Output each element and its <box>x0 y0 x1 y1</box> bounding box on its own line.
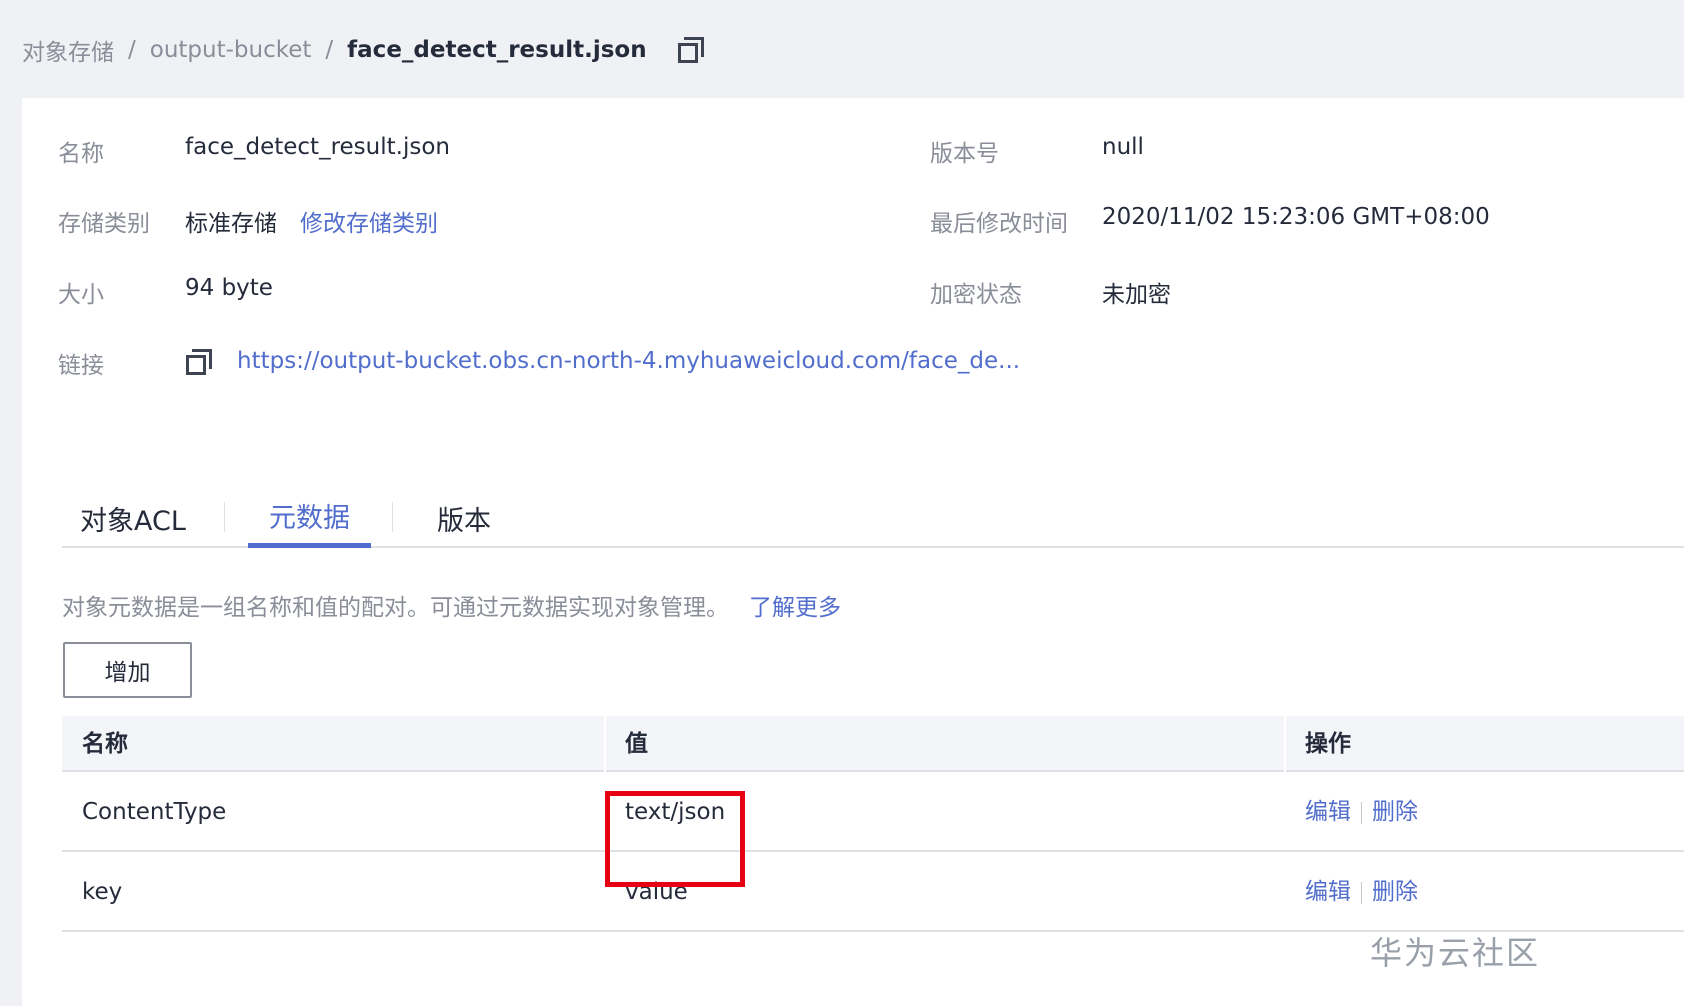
size-label: 大小 <box>58 282 104 308</box>
copy-icon[interactable] <box>185 348 213 376</box>
add-metadata-button[interactable]: 增加 <box>63 642 192 698</box>
object-detail-card: 名称 face_detect_result.json 存储类别 标准存储 修改存… <box>22 98 1684 1006</box>
tab-bar: 对象ACL 元数据 版本 <box>62 488 1684 548</box>
link-label: 链接 <box>58 353 104 379</box>
metadata-name-cell: key <box>82 879 123 905</box>
breadcrumb-separator: / <box>325 37 334 63</box>
change-storage-class-link[interactable]: 修改存储类别 <box>300 204 438 238</box>
metadata-name-cell: ContentType <box>82 799 227 825</box>
storage-class-value: 标准存储 <box>185 211 277 237</box>
actions-cell: 编辑 删除 <box>1285 772 1418 852</box>
size-value: 94 byte <box>185 275 273 301</box>
action-divider <box>1361 801 1362 824</box>
metadata-description-text: 对象元数据是一组名称和值的配对。可通过元数据实现对象管理。 <box>62 595 729 621</box>
actions-cell: 编辑 删除 <box>1285 852 1418 932</box>
name-label: 名称 <box>58 141 104 167</box>
name-value: face_detect_result.json <box>185 134 450 160</box>
last-modified-value: 2020/11/02 15:23:06 GMT+08:00 <box>1102 204 1490 230</box>
tab-object-acl[interactable]: 对象ACL <box>62 488 204 548</box>
version-label: 版本号 <box>930 141 999 167</box>
last-modified-label: 最后修改时间 <box>930 211 1068 237</box>
tab-divider <box>224 502 225 532</box>
delete-link[interactable]: 删除 <box>1372 879 1418 905</box>
storage-class-label: 存储类别 <box>58 211 150 237</box>
edit-link[interactable]: 编辑 <box>1305 799 1351 825</box>
action-divider <box>1361 881 1362 904</box>
delete-link[interactable]: 删除 <box>1372 799 1418 825</box>
edit-link[interactable]: 编辑 <box>1305 879 1351 905</box>
table-header: 名称 值 操作 <box>62 716 1684 772</box>
column-header-value: 值 <box>625 731 648 757</box>
version-value: null <box>1102 134 1144 160</box>
copy-icon[interactable] <box>677 36 705 64</box>
breadcrumb-bucket[interactable]: output-bucket <box>150 37 312 63</box>
table-row: key value 编辑 删除 <box>62 852 1684 932</box>
column-header-actions: 操作 <box>1305 731 1351 757</box>
column-header-name: 名称 <box>82 731 128 757</box>
table-row: ContentType text/json 编辑 删除 <box>62 772 1684 852</box>
highlight-box <box>605 791 745 887</box>
watermark: 华为云社区 <box>1369 934 1540 972</box>
metadata-description: 对象元数据是一组名称和值的配对。可通过元数据实现对象管理。 了解更多 <box>62 588 841 622</box>
encryption-value: 未加密 <box>1102 282 1171 308</box>
breadcrumb: 对象存储 / output-bucket / face_detect_resul… <box>22 30 705 70</box>
breadcrumb-current: face_detect_result.json <box>347 37 647 63</box>
tab-divider <box>392 502 393 532</box>
breadcrumb-root[interactable]: 对象存储 <box>22 33 114 67</box>
tab-metadata[interactable]: 元数据 <box>248 488 371 548</box>
metadata-table: 名称 值 操作 ContentType text/json 编辑 删除 key v… <box>62 716 1684 932</box>
tab-versions[interactable]: 版本 <box>414 488 514 548</box>
object-url-link[interactable]: https://output-bucket.obs.cn-north-4.myh… <box>237 348 1020 374</box>
breadcrumb-separator: / <box>128 37 136 63</box>
learn-more-link[interactable]: 了解更多 <box>749 595 841 621</box>
encryption-label: 加密状态 <box>930 282 1022 308</box>
